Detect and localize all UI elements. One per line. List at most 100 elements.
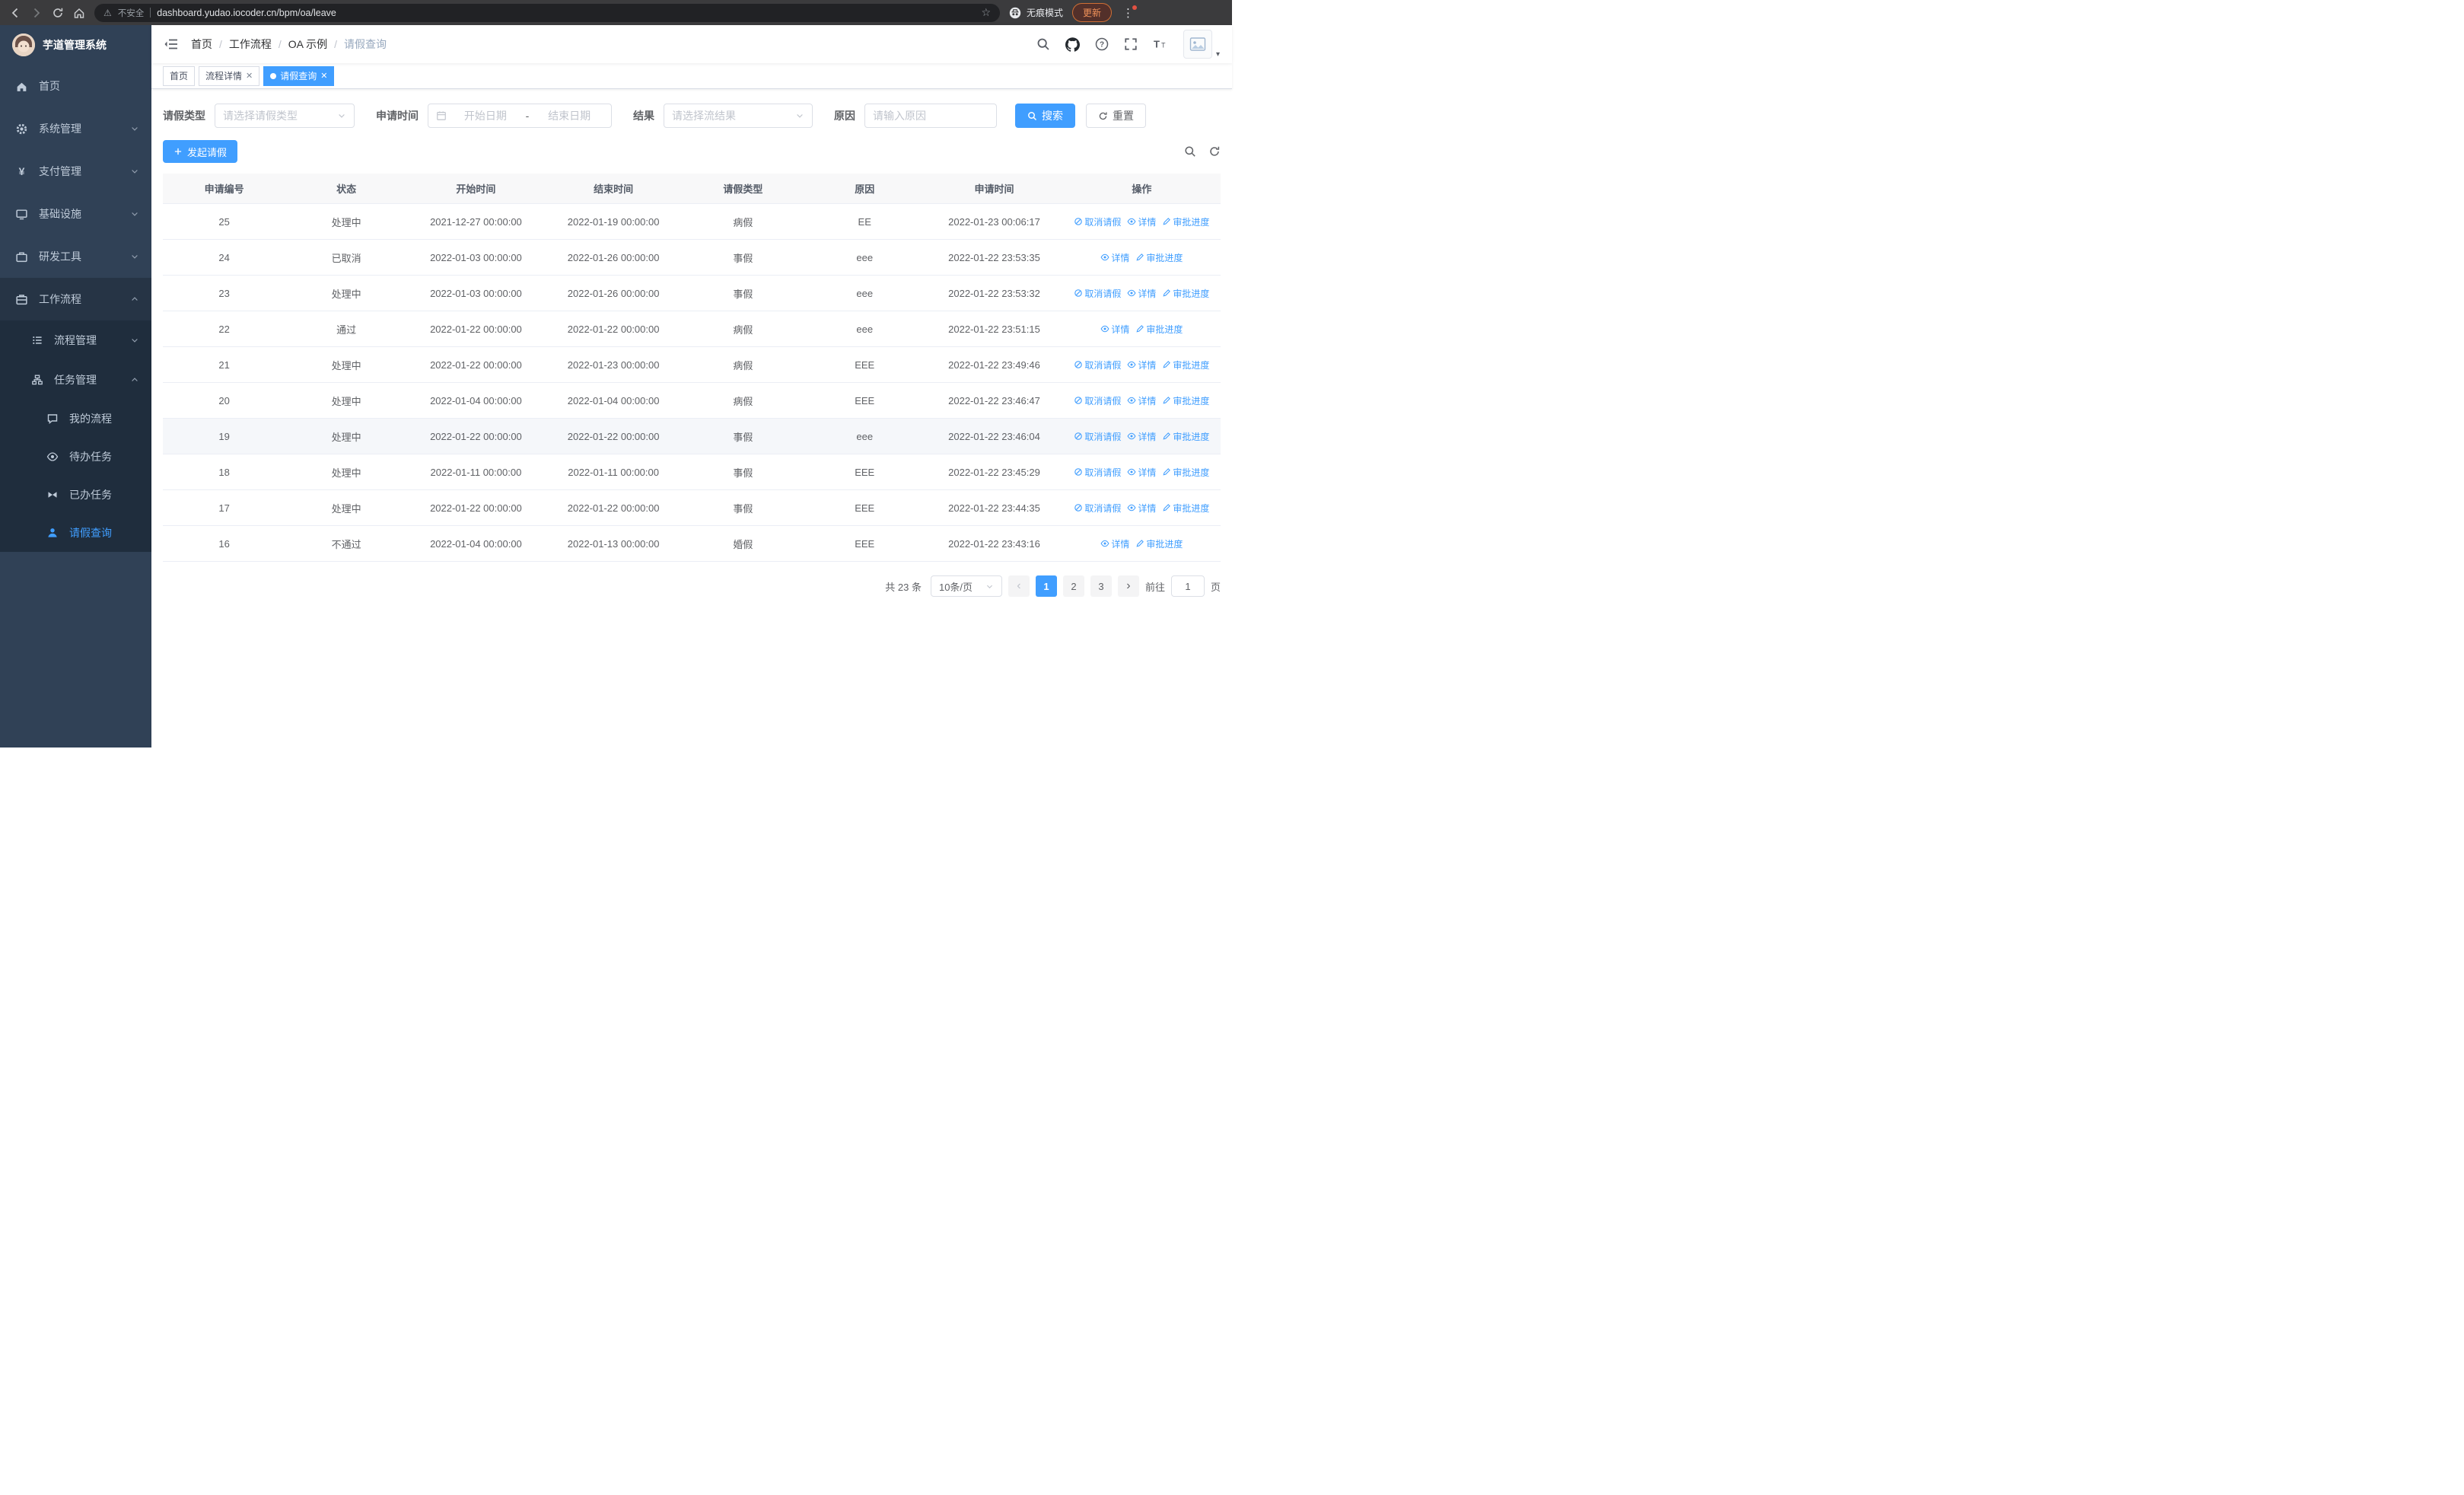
create-leave-button[interactable]: 发起请假: [163, 140, 238, 163]
sidebar-item-infrastructure[interactable]: 基础设施: [0, 193, 151, 235]
chevron-up-icon: [130, 375, 139, 384]
browser-reload-icon[interactable]: [52, 7, 64, 19]
security-warning-icon[interactable]: ⚠: [103, 8, 112, 18]
url-text[interactable]: dashboard.yudao.iocoder.cn/bpm/oa/leave: [157, 8, 975, 18]
sidebar-item-workflow[interactable]: 工作流程: [0, 278, 151, 320]
header-search-icon[interactable]: [1036, 37, 1050, 51]
page-button-1[interactable]: 1: [1035, 575, 1057, 597]
audit-progress-link[interactable]: 审批进度: [1162, 359, 1209, 371]
detail-link[interactable]: 详情: [1127, 359, 1156, 371]
font-size-icon[interactable]: TT: [1153, 37, 1168, 51]
next-page-button[interactable]: ›: [1117, 575, 1139, 597]
sidebar-item-payment[interactable]: ¥ 支付管理: [0, 150, 151, 193]
reset-button[interactable]: 重置: [1086, 104, 1146, 128]
sidebar-item-my-process[interactable]: 我的流程: [0, 400, 151, 438]
audit-progress-link[interactable]: 审批进度: [1162, 466, 1209, 479]
detail-link[interactable]: 详情: [1127, 466, 1156, 479]
prev-page-button[interactable]: ‹: [1008, 575, 1030, 597]
result-input[interactable]: [672, 104, 791, 127]
sidebar-toggle-icon[interactable]: [164, 37, 179, 52]
goto-page-input[interactable]: [1179, 576, 1196, 596]
close-icon[interactable]: ✕: [246, 71, 253, 81]
toggle-search-icon[interactable]: [1184, 145, 1196, 158]
sidebar-item-task-management[interactable]: 任务管理: [0, 360, 151, 400]
header-end-time: 结束时间: [594, 183, 634, 195]
browser-menu-icon[interactable]: ⋮: [1121, 5, 1138, 20]
detail-link[interactable]: 详情: [1100, 537, 1129, 550]
page-size-select[interactable]: [930, 575, 1002, 597]
audit-progress-link[interactable]: 审批进度: [1135, 323, 1183, 336]
detail-link[interactable]: 详情: [1100, 323, 1129, 336]
leave-type-input[interactable]: [223, 104, 333, 127]
refresh-table-icon[interactable]: [1208, 145, 1221, 158]
tab-leave-query[interactable]: 请假查询 ✕: [263, 65, 335, 86]
cancel-leave-link[interactable]: 取消请假: [1074, 287, 1121, 300]
detail-link[interactable]: 详情: [1127, 430, 1156, 443]
cell-reason: EEE: [855, 466, 875, 478]
close-icon[interactable]: ✕: [320, 71, 327, 81]
cancel-leave-link[interactable]: 取消请假: [1074, 215, 1121, 228]
breadcrumb-item-home[interactable]: 首页: [191, 37, 212, 52]
detail-link[interactable]: 详情: [1127, 215, 1156, 228]
update-button[interactable]: 更新: [1072, 3, 1113, 22]
bookmark-star-icon[interactable]: ☆: [981, 6, 991, 19]
search-button[interactable]: 搜索: [1015, 104, 1075, 128]
cancel-leave-link[interactable]: 取消请假: [1074, 359, 1121, 371]
goto-page-field[interactable]: [1170, 575, 1205, 597]
range-separator: -: [525, 110, 530, 122]
filter-form: 请假类型 申请时间 - 结果: [163, 104, 1221, 128]
detail-link[interactable]: 详情: [1127, 502, 1156, 515]
sidebar-item-system[interactable]: 系统管理: [0, 107, 151, 150]
cell-start-time: 2022-01-04 00:00:00: [430, 394, 522, 406]
page-size-input[interactable]: [938, 576, 981, 596]
chat-bubble-icon: [46, 413, 59, 426]
cell-status: 通过: [336, 324, 357, 336]
audit-progress-link[interactable]: 审批进度: [1162, 394, 1209, 407]
sidebar-item-leave-query[interactable]: 请假查询: [0, 514, 151, 552]
cancel-leave-link[interactable]: 取消请假: [1074, 394, 1121, 407]
result-select[interactable]: [664, 104, 813, 128]
audit-progress-link[interactable]: 审批进度: [1162, 287, 1209, 300]
page-button-3[interactable]: 3: [1090, 575, 1112, 597]
browser-back-icon[interactable]: [9, 7, 21, 19]
reason-input[interactable]: [873, 104, 988, 127]
audit-progress-link[interactable]: 审批进度: [1162, 215, 1209, 228]
task-tree-icon: [30, 374, 43, 387]
sidebar-item-process-management[interactable]: 流程管理: [0, 320, 151, 360]
leave-type-select[interactable]: [215, 104, 355, 128]
audit-progress-link[interactable]: 审批进度: [1162, 430, 1209, 443]
breadcrumb-item-workflow[interactable]: 工作流程: [229, 37, 272, 52]
end-date-input[interactable]: [535, 104, 604, 127]
detail-link[interactable]: 详情: [1127, 394, 1156, 407]
browser-forward-icon[interactable]: [30, 7, 43, 19]
audit-progress-link[interactable]: 审批进度: [1162, 502, 1209, 515]
detail-link[interactable]: 详情: [1127, 287, 1156, 300]
page-button-2[interactable]: 2: [1062, 575, 1084, 597]
start-date-input[interactable]: [451, 104, 520, 127]
reason-field[interactable]: [864, 104, 997, 128]
help-icon[interactable]: ?: [1095, 37, 1109, 51]
apply-time-range-picker[interactable]: -: [428, 104, 612, 128]
audit-progress-link[interactable]: 审批进度: [1135, 251, 1183, 264]
cancel-leave-link[interactable]: 取消请假: [1074, 466, 1121, 479]
cancel-leave-link[interactable]: 取消请假: [1074, 430, 1121, 443]
cancel-leave-link[interactable]: 取消请假: [1074, 502, 1121, 515]
sidebar-item-dev-tools[interactable]: 研发工具: [0, 235, 151, 278]
sidebar-item-todo-tasks[interactable]: 待办任务: [0, 438, 151, 476]
browser-home-icon[interactable]: [73, 7, 85, 19]
sidebar-item-done-tasks[interactable]: 已办任务: [0, 476, 151, 514]
sidebar-item-home[interactable]: 首页: [0, 65, 151, 107]
detail-link[interactable]: 详情: [1100, 251, 1129, 264]
breadcrumb-item-oa-example[interactable]: OA 示例: [288, 37, 327, 52]
github-icon[interactable]: [1065, 37, 1080, 52]
app-logo[interactable]: 芋道管理系统: [0, 25, 151, 65]
svg-text:T: T: [1161, 42, 1166, 49]
table-row: 16 不通过 2022-01-04 00:00:00 2022-01-13 00:00…: [163, 526, 1221, 562]
user-avatar[interactable]: ▾: [1183, 30, 1220, 59]
audit-progress-link[interactable]: 审批进度: [1135, 537, 1183, 550]
address-bar[interactable]: ⚠ 不安全 dashboard.yudao.iocoder.cn/bpm/oa/…: [94, 3, 1000, 22]
fullscreen-icon[interactable]: [1124, 37, 1138, 51]
tab-home[interactable]: 首页: [163, 65, 196, 86]
tab-process-detail[interactable]: 流程详情 ✕: [199, 65, 260, 86]
incognito-badge: 无痕模式: [1009, 6, 1063, 19]
